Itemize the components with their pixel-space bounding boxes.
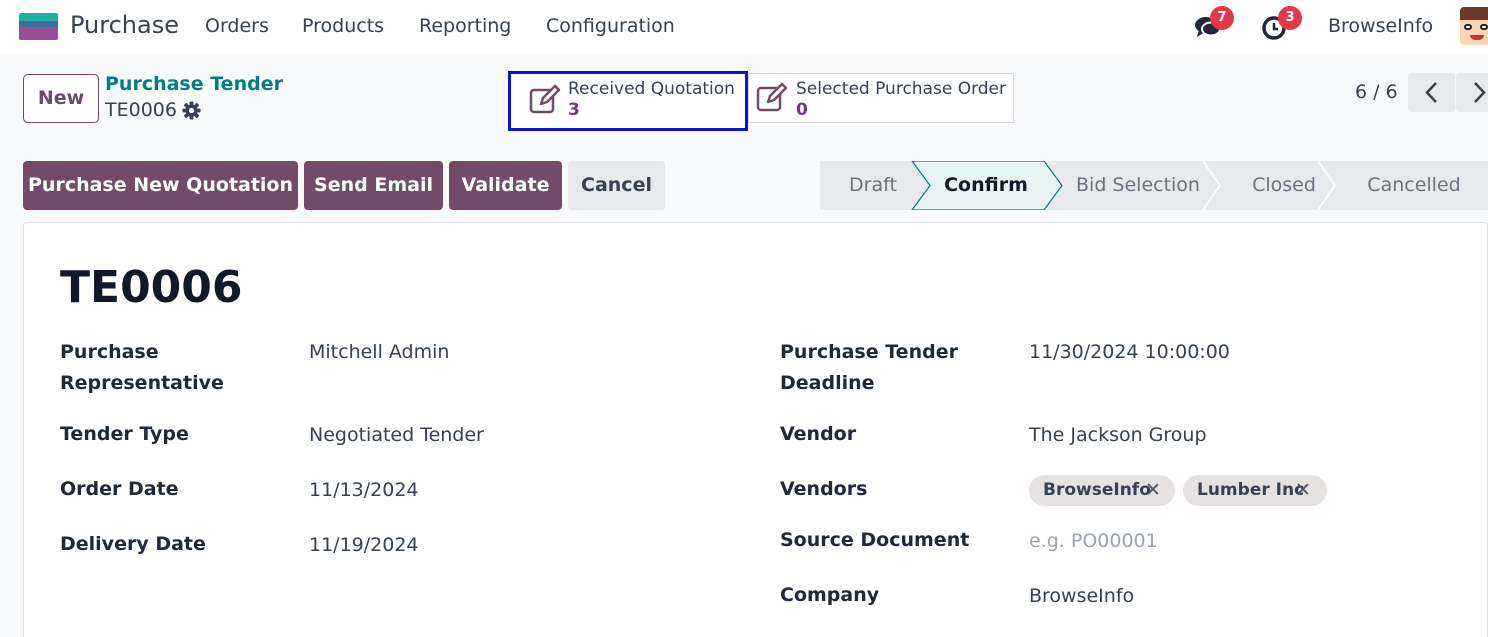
tender-type-field[interactable]: Negotiated Tender (309, 420, 484, 451)
stage-draft[interactable]: Draft (820, 161, 926, 210)
remove-tag-icon[interactable]: ✕ (1295, 475, 1311, 506)
page-title[interactable]: TE0006 (60, 262, 243, 313)
pager-value[interactable]: 6 / 6 (1355, 81, 1398, 103)
validate-button[interactable]: Validate (449, 161, 562, 210)
app-name[interactable]: Purchase (70, 11, 179, 39)
stage-confirm[interactable]: Confirm (924, 161, 1048, 210)
received-quotation-button[interactable]: Received Quotation 3 (508, 71, 748, 131)
menu-products[interactable]: Products (302, 15, 384, 37)
menu-orders[interactable]: Orders (205, 15, 269, 37)
order-date-label: Order Date (60, 478, 179, 500)
pager-previous-button[interactable] (1408, 73, 1455, 112)
received-quotation-label: Received Quotation (568, 79, 735, 99)
cancel-button[interactable]: Cancel (568, 161, 665, 210)
send-email-button[interactable]: Send Email (304, 161, 443, 210)
delivery-date-label: Delivery Date (60, 533, 206, 555)
breadcrumb-purchase-tender[interactable]: Purchase Tender (105, 73, 283, 95)
selected-purchase-order-count: 0 (796, 100, 808, 120)
edit-icon (756, 82, 788, 112)
pager-next-button[interactable] (1456, 73, 1488, 112)
form-sheet (23, 222, 1488, 637)
menu-configuration[interactable]: Configuration (546, 15, 675, 37)
activities-button[interactable]: 3 (1262, 6, 1302, 40)
new-button[interactable]: New (23, 74, 99, 123)
gear-icon[interactable] (182, 101, 201, 120)
delivery-date-field[interactable]: 11/19/2024 (309, 530, 419, 561)
tender-type-label: Tender Type (60, 423, 189, 445)
received-quotation-count: 3 (568, 100, 580, 120)
tender-deadline-field[interactable]: 11/30/2024 10:00:00 (1029, 337, 1230, 368)
company-label: Company (780, 584, 880, 606)
vendors-label: Vendors (780, 478, 868, 500)
purchase-representative-field[interactable]: Mitchell Admin (309, 337, 449, 368)
purchase-app-icon[interactable] (19, 13, 58, 40)
company-switcher[interactable]: BrowseInfo (1328, 15, 1433, 37)
source-document-field[interactable]: e.g. PO00001 (1029, 526, 1158, 557)
activities-badge: 3 (1278, 6, 1302, 30)
vendor-tag-lumber-inc[interactable]: Lumber Inc ✕ (1183, 475, 1327, 506)
vendor-tag-label: BrowseInfo (1043, 480, 1151, 500)
status-bar: Draft Confirm Bid Selection Closed Cance… (820, 161, 1488, 210)
source-document-label: Source Document (780, 529, 970, 551)
purchase-representative-label: Purchase Representative (60, 341, 224, 394)
top-navbar: Purchase Orders Products Reporting Confi… (0, 0, 1488, 54)
messages-badge: 7 (1210, 6, 1234, 30)
tender-deadline-label: Purchase Tender Deadline (780, 341, 958, 394)
messages-button[interactable]: 7 (1194, 6, 1234, 40)
menu-reporting[interactable]: Reporting (419, 15, 511, 37)
chevron-left-icon (1425, 82, 1437, 103)
remove-tag-icon[interactable]: ✕ (1145, 475, 1161, 506)
vendor-field[interactable]: The Jackson Group (1029, 420, 1207, 451)
selected-purchase-order-label: Selected Purchase Order (796, 79, 1007, 99)
user-avatar[interactable] (1460, 7, 1488, 45)
record-name: TE0006 (105, 99, 177, 121)
stage-cancelled[interactable]: Cancelled (1344, 161, 1484, 210)
stage-closed[interactable]: Closed (1218, 161, 1350, 210)
vendor-label: Vendor (780, 423, 857, 445)
selected-purchase-order-button[interactable]: Selected Purchase Order 0 (748, 73, 1014, 123)
order-date-field[interactable]: 11/13/2024 (309, 475, 419, 506)
purchase-new-quotation-button[interactable]: Purchase New Quotation (23, 161, 298, 210)
company-field[interactable]: BrowseInfo (1029, 581, 1134, 612)
vendor-tag-browseinfo[interactable]: BrowseInfo ✕ (1029, 475, 1175, 506)
vendor-tag-label: Lumber Inc (1197, 480, 1305, 500)
edit-icon (529, 84, 561, 114)
chevron-right-icon (1474, 82, 1486, 103)
stage-bid-selection[interactable]: Bid Selection (1060, 161, 1216, 210)
